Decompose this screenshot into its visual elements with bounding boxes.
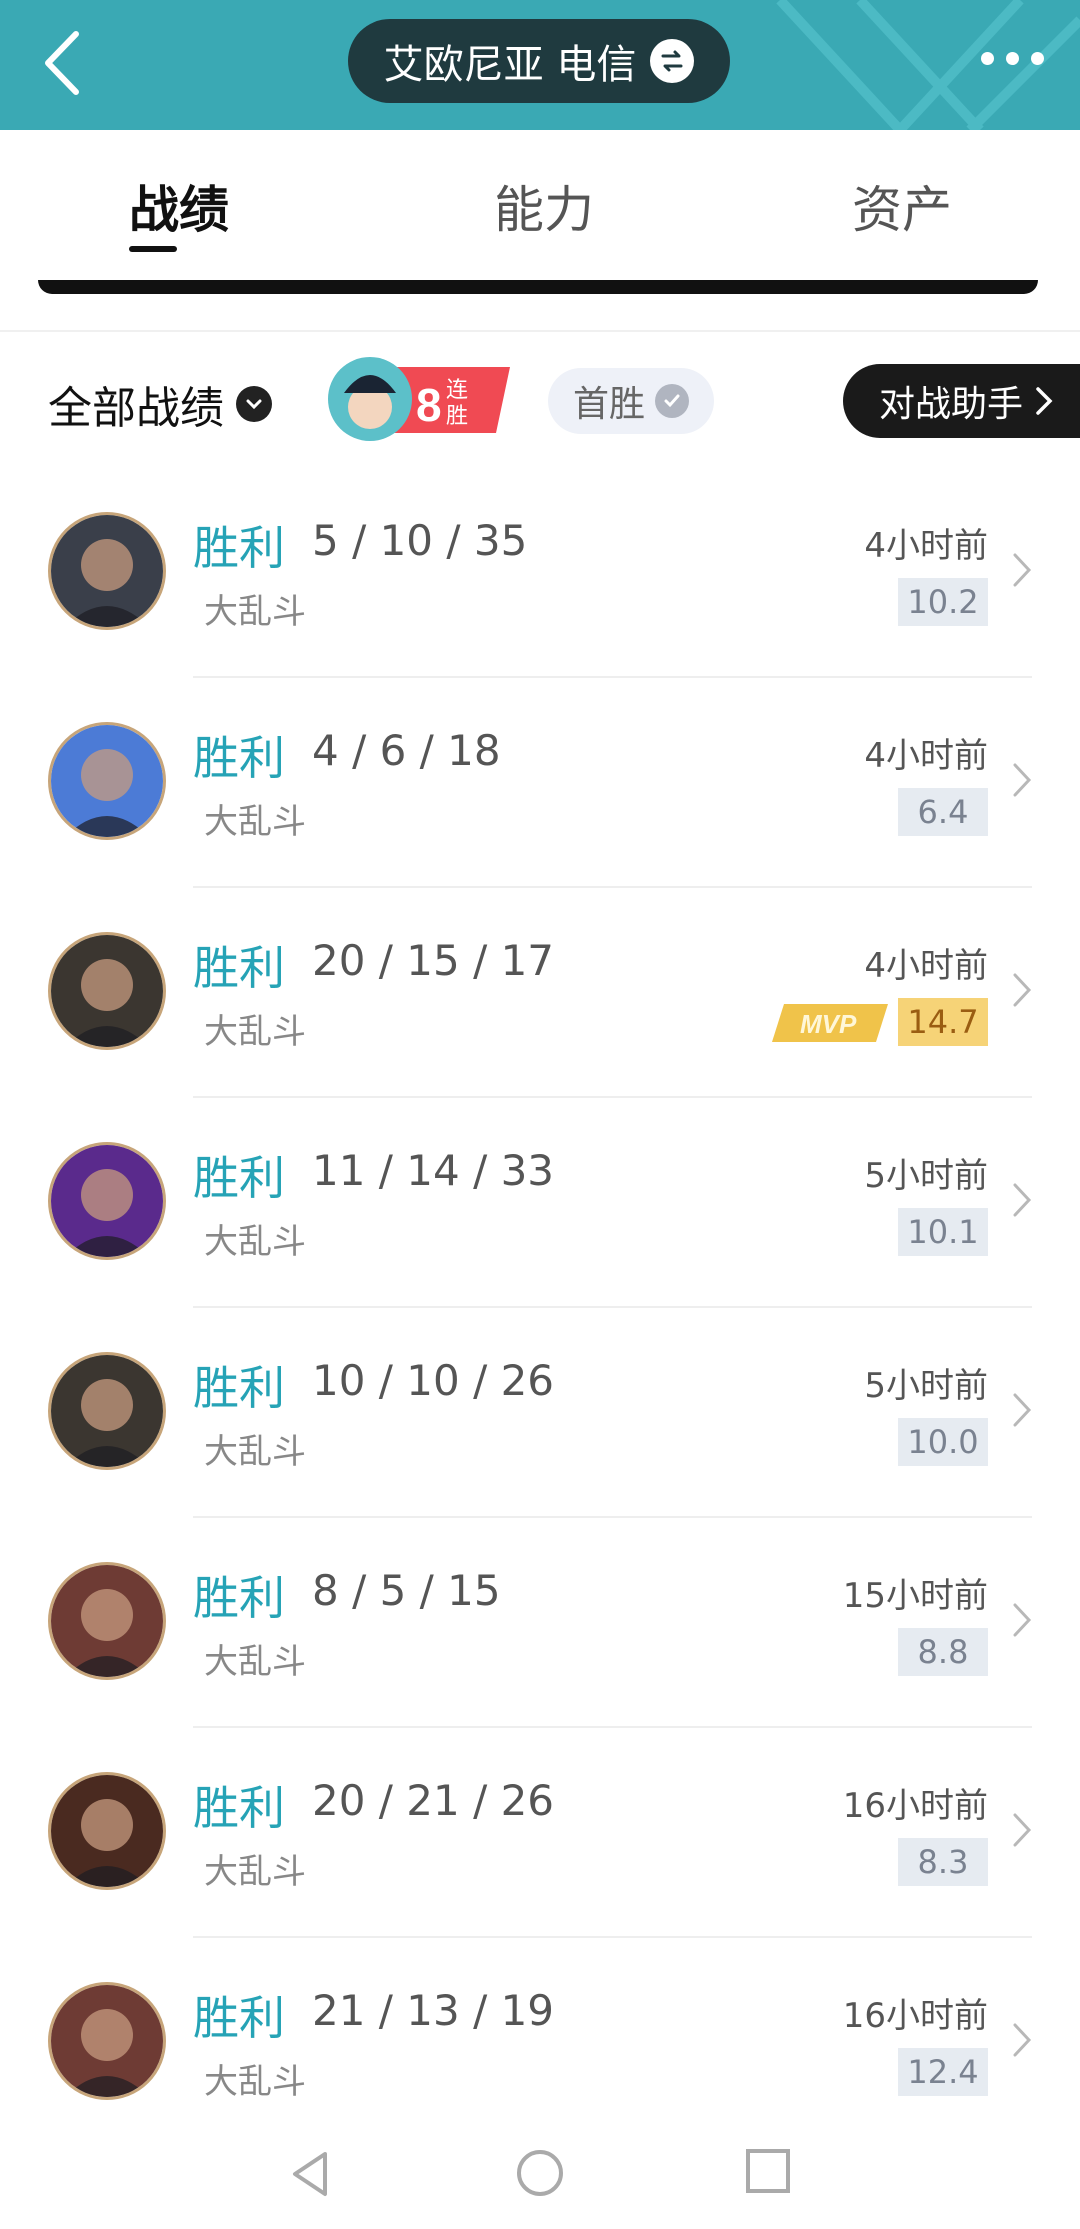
match-score: 14.7 — [898, 998, 988, 1046]
match-time: 5小时前 — [864, 1366, 988, 1406]
match-mode: 大乱斗 — [204, 1432, 306, 1472]
match-kda: 20 / 21 / 26 — [312, 1776, 555, 1825]
nav-back-icon[interactable] — [285, 2148, 335, 2200]
chevron-right-icon — [1013, 973, 1032, 1007]
match-score: 6.4 — [898, 788, 988, 836]
chevron-right-icon — [1036, 387, 1053, 415]
match-time: 4小时前 — [864, 526, 988, 566]
champion-avatar — [48, 932, 166, 1050]
chevron-right-icon — [1013, 763, 1032, 797]
tab-assets[interactable]: 资产 — [852, 170, 952, 242]
champion-avatar — [48, 1142, 166, 1260]
match-time: 4小时前 — [864, 736, 988, 776]
mvp-label: MVP — [800, 1009, 857, 1039]
banner-edge — [38, 280, 1038, 294]
chevron-right-icon — [1013, 1813, 1032, 1847]
match-mode: 大乱斗 — [204, 1222, 306, 1262]
section-divider — [0, 330, 1080, 332]
chevron-down-icon — [236, 386, 272, 422]
chevron-right-icon — [1013, 2023, 1032, 2057]
champion-avatar — [48, 512, 166, 630]
match-list: 胜利 5 / 10 / 35 大乱斗 4小时前 10.2 胜利 4 / 6 / … — [0, 468, 1080, 2148]
match-row[interactable]: 胜利 20 / 21 / 26 大乱斗 16小时前 8.3 — [0, 1728, 1080, 1938]
chevron-left-icon[interactable] — [40, 28, 90, 98]
match-row[interactable]: 胜利 5 / 10 / 35 大乱斗 4小时前 10.2 — [0, 468, 1080, 678]
match-row[interactable]: 胜利 21 / 13 / 19 大乱斗 16小时前 12.4 — [0, 1938, 1080, 2148]
first-win-badge: 首胜 — [548, 368, 714, 434]
match-result: 胜利 — [193, 1991, 285, 2045]
match-mode: 大乱斗 — [204, 592, 306, 632]
match-mode: 大乱斗 — [204, 1642, 306, 1682]
match-row[interactable]: 胜利 20 / 15 / 17 大乱斗 4小时前 MVP 14.7 — [0, 888, 1080, 1098]
match-score: 8.8 — [898, 1628, 988, 1676]
chevron-right-icon — [1013, 1603, 1032, 1637]
match-kda: 5 / 10 / 35 — [312, 516, 528, 565]
match-score: 10.0 — [898, 1418, 988, 1466]
match-score: 8.3 — [898, 1838, 988, 1886]
streak-count: 8 — [416, 379, 442, 431]
nav-home-icon[interactable] — [515, 2148, 565, 2198]
match-score: 10.2 — [898, 578, 988, 626]
swap-icon — [650, 39, 695, 83]
tab-records[interactable]: 战绩 — [129, 170, 229, 242]
match-result: 胜利 — [193, 1151, 285, 1205]
match-time: 5小时前 — [864, 1156, 988, 1196]
more-dots-icon[interactable] — [981, 52, 1044, 65]
filter-label: 全部战绩 — [48, 383, 224, 434]
mvp-icon: MVP — [772, 1004, 888, 1042]
match-kda: 10 / 10 / 26 — [312, 1356, 555, 1405]
match-kda: 11 / 14 / 33 — [312, 1146, 555, 1195]
server-selector[interactable]: 艾欧尼亚 电信 — [348, 19, 730, 103]
match-row[interactable]: 胜利 11 / 14 / 33 大乱斗 5小时前 10.1 — [0, 1098, 1080, 1308]
match-mode: 大乱斗 — [204, 802, 306, 842]
chevron-right-icon — [1013, 1183, 1032, 1217]
match-kda: 4 / 6 / 18 — [312, 726, 501, 775]
system-nav-bar — [0, 2118, 1080, 2229]
top-bar: 艾欧尼亚 电信 — [0, 0, 1080, 130]
server-name: 艾欧尼亚 电信 — [383, 42, 637, 88]
records-filter[interactable]: 全部战绩 — [48, 372, 272, 436]
chevron-right-icon — [1013, 553, 1032, 587]
match-time: 16小时前 — [842, 1996, 988, 2036]
streak-text-bottom: 胜 — [446, 404, 468, 429]
match-result: 胜利 — [193, 1781, 285, 1835]
match-kda: 20 / 15 / 17 — [312, 936, 555, 985]
match-mode: 大乱斗 — [204, 1852, 306, 1892]
match-result: 胜利 — [193, 1361, 285, 1415]
champion-avatar — [48, 1562, 166, 1680]
champion-avatar — [48, 1772, 166, 1890]
first-win-label: 首胜 — [572, 384, 645, 425]
champion-avatar — [48, 1352, 166, 1470]
match-kda: 21 / 13 / 19 — [312, 1986, 555, 2035]
nav-recents-icon[interactable] — [745, 2148, 791, 2194]
match-result: 胜利 — [193, 941, 285, 995]
active-tab-indicator — [129, 246, 177, 252]
tab-bar: 战绩 能力 资产 — [0, 130, 1080, 280]
match-mode: 大乱斗 — [204, 1012, 306, 1052]
win-streak-badge: 8 连 胜 — [328, 357, 510, 441]
match-result: 胜利 — [193, 521, 285, 575]
match-time: 15小时前 — [842, 1576, 988, 1616]
match-time: 4小时前 — [864, 946, 988, 986]
battle-assistant-button[interactable]: 对战助手 — [843, 364, 1080, 438]
match-row[interactable]: 胜利 10 / 10 / 26 大乱斗 5小时前 10.0 — [0, 1308, 1080, 1518]
chevron-right-icon — [1013, 1393, 1032, 1427]
match-result: 胜利 — [193, 731, 285, 785]
tab-ability[interactable]: 能力 — [494, 170, 594, 242]
match-result: 胜利 — [193, 1571, 285, 1625]
match-kda: 8 / 5 / 15 — [312, 1566, 501, 1615]
champion-avatar — [48, 1982, 166, 2100]
match-score: 10.1 — [898, 1208, 988, 1256]
match-time: 16小时前 — [842, 1786, 988, 1826]
assistant-label: 对战助手 — [879, 384, 1024, 425]
check-icon — [655, 384, 689, 418]
champion-avatar — [48, 722, 166, 840]
match-row[interactable]: 胜利 4 / 6 / 18 大乱斗 4小时前 6.4 — [0, 678, 1080, 888]
match-score: 12.4 — [898, 2048, 988, 2096]
streak-text-top: 连 — [446, 378, 468, 403]
header-decoration — [776, 0, 1080, 130]
match-mode: 大乱斗 — [204, 2062, 306, 2102]
match-row[interactable]: 胜利 8 / 5 / 15 大乱斗 15小时前 8.8 — [0, 1518, 1080, 1728]
